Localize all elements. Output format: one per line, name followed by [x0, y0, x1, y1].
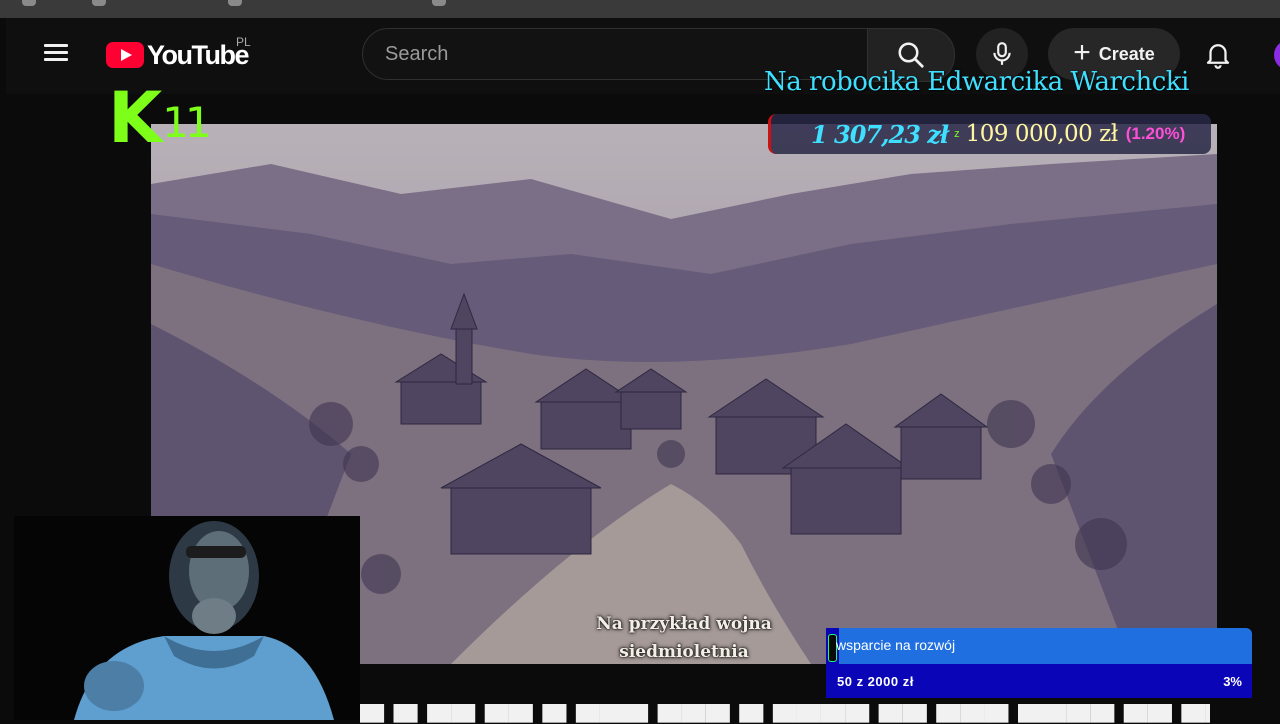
create-label: Create	[1098, 43, 1155, 64]
channel-logo-letter: K	[108, 77, 162, 159]
youtube-logo[interactable]: YouTube PL	[106, 35, 251, 72]
fundraiser-separator: z	[954, 128, 960, 140]
support-goal-progress-text: 50 z 2000 zł	[837, 674, 914, 689]
browser-tab-icon[interactable]	[432, 0, 446, 6]
account-avatar[interactable]	[1274, 40, 1280, 70]
hamburger-icon	[44, 44, 68, 47]
notifications-button[interactable]	[1196, 30, 1240, 78]
fundraiser-progress-bar: 1 307,23 zł z 109 000,00 zł (1.20%)	[768, 114, 1211, 154]
video-title-cutoff: ▀ ▀ ▀▀ ▀▀ ▀ ▀▀▀ ▀▀▀ ▀ ▀▀▀▀ ▀▀ ▀▀▀ ▀▀▀▀ ▀…	[360, 704, 1210, 724]
browser-tab-icon[interactable]	[228, 0, 242, 6]
streamer-webcam	[14, 516, 360, 720]
browser-tab-strip	[0, 0, 1280, 18]
support-goal-label: wsparcie na rozwój	[836, 637, 956, 653]
webcam-feed	[14, 516, 360, 720]
bell-icon	[1206, 44, 1230, 69]
support-goal-widget: wsparcie na rozwój 50 z 2000 zł 3%	[826, 628, 1252, 698]
fundraiser-title: Na robocika Edwarcika Warchcki	[764, 67, 1189, 97]
channel-logo-number: 11	[162, 98, 211, 147]
support-goal-header: wsparcie na rozwój	[826, 628, 1252, 664]
fundraiser-percent: (1.20%)	[1125, 124, 1186, 143]
region-code: PL	[236, 35, 251, 49]
channel-logo-overlay: K 11	[108, 77, 212, 159]
browser-tab-icon[interactable]	[92, 0, 106, 6]
fundraiser-goal-amount: 109 000,00 zł	[965, 121, 1119, 147]
menu-button[interactable]	[42, 40, 70, 68]
youtube-play-icon	[106, 42, 144, 68]
fundraiser-raised-amount: 1 307,23 zł	[811, 119, 949, 149]
youtube-wordmark: YouTube	[147, 39, 249, 70]
plus-icon: +	[1073, 35, 1091, 69]
support-goal-footer: 50 z 2000 zł 3%	[826, 664, 1252, 698]
browser-tab-icon[interactable]	[22, 0, 36, 6]
support-goal-percent: 3%	[1223, 674, 1242, 689]
